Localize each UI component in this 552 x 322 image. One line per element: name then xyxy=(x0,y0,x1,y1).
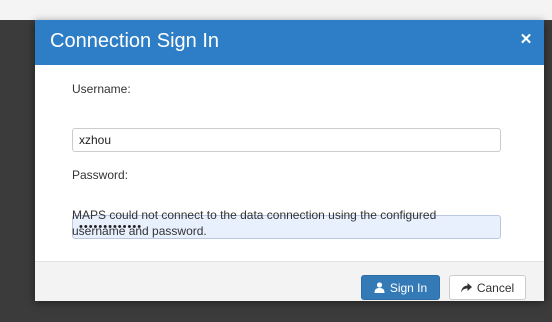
cancel-button[interactable]: Cancel xyxy=(449,275,526,300)
username-input[interactable] xyxy=(72,128,501,152)
share-arrow-icon xyxy=(460,282,472,292)
error-message: MAPS could not connect to the data conne… xyxy=(72,208,437,238)
dialog-header: Connection Sign In ✕ xyxy=(35,20,544,65)
connection-sign-in-dialog: Connection Sign In ✕ Username: Password:… xyxy=(35,20,544,301)
password-label: Password: xyxy=(72,168,129,182)
background-page-text-fragment xyxy=(0,0,552,11)
sign-in-button[interactable]: Sign In xyxy=(361,275,440,300)
user-icon xyxy=(374,282,385,293)
dialog-footer: Sign In Cancel xyxy=(35,261,544,301)
username-label: Username: xyxy=(72,82,131,96)
sign-in-label: Sign In xyxy=(389,280,428,295)
dialog-body: Username: Password: MAPS could not conne… xyxy=(35,65,544,260)
dialog-title: Connection Sign In xyxy=(50,30,220,52)
close-icon[interactable]: ✕ xyxy=(519,32,533,48)
background-page-strip xyxy=(0,0,552,20)
cancel-label: Cancel xyxy=(476,280,515,295)
